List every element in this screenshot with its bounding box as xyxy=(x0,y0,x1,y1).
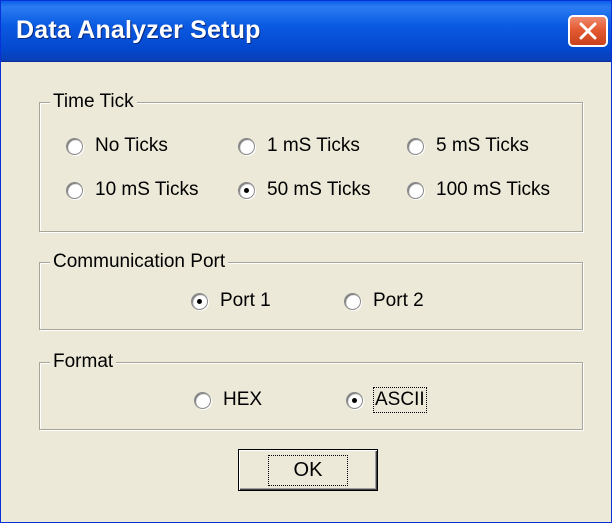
radio-port-2[interactable]: Port 2 xyxy=(344,290,424,312)
radio-100ms-ticks[interactable]: 100 mS Ticks xyxy=(407,179,550,201)
radio-label: 100 mS Ticks xyxy=(436,179,551,200)
radio-label: HEX xyxy=(223,389,263,410)
radio-button-icon[interactable] xyxy=(66,137,83,155)
radio-port-1[interactable]: Port 1 xyxy=(191,290,271,312)
radio-label: 50 mS Ticks xyxy=(267,179,371,200)
time-tick-group: Time Tick No Ticks 1 mS Ticks 5 mS Ticks… xyxy=(39,91,583,232)
dialog-window: Data Analyzer Setup Time Tick No Ticks 1… xyxy=(0,0,612,523)
radio-button-selected-icon[interactable] xyxy=(238,181,255,199)
radio-label: 1 mS Ticks xyxy=(267,135,360,156)
radio-label: Port 1 xyxy=(220,290,271,311)
ok-button-label: OK xyxy=(267,454,349,486)
communication-port-group: Communication Port Port 1 Port 2 xyxy=(39,251,583,330)
radio-button-icon[interactable] xyxy=(344,292,361,310)
radio-hex[interactable]: HEX xyxy=(194,389,262,411)
format-legend: Format xyxy=(50,351,117,373)
radio-button-icon[interactable] xyxy=(238,137,255,155)
radio-button-icon[interactable] xyxy=(407,137,424,155)
radio-button-selected-icon[interactable] xyxy=(191,292,208,310)
format-group: Format HEX ASCII xyxy=(39,351,583,430)
radio-label: 10 mS Ticks xyxy=(95,179,199,200)
title-bar[interactable]: Data Analyzer Setup xyxy=(1,1,611,62)
close-button[interactable] xyxy=(568,15,608,47)
close-icon xyxy=(579,22,597,40)
radio-button-icon[interactable] xyxy=(66,181,83,199)
radio-label: Port 2 xyxy=(373,290,424,311)
radio-5ms-ticks[interactable]: 5 mS Ticks xyxy=(407,135,529,157)
window-title: Data Analyzer Setup xyxy=(16,16,261,44)
radio-ascii[interactable]: ASCII xyxy=(346,387,427,413)
radio-button-icon[interactable] xyxy=(194,391,211,409)
radio-no-ticks[interactable]: No Ticks xyxy=(66,135,168,157)
radio-button-selected-icon[interactable] xyxy=(346,391,363,409)
time-tick-legend: Time Tick xyxy=(50,91,137,113)
radio-label: 5 mS Ticks xyxy=(436,135,529,156)
radio-1ms-ticks[interactable]: 1 mS Ticks xyxy=(238,135,360,157)
ok-button[interactable]: OK xyxy=(238,449,378,491)
communication-port-legend: Communication Port xyxy=(50,251,229,273)
radio-label: ASCII xyxy=(373,387,427,413)
radio-label: No Ticks xyxy=(95,135,168,156)
radio-button-icon[interactable] xyxy=(407,181,424,199)
radio-50ms-ticks[interactable]: 50 mS Ticks xyxy=(238,179,370,201)
radio-10ms-ticks[interactable]: 10 mS Ticks xyxy=(66,179,198,201)
